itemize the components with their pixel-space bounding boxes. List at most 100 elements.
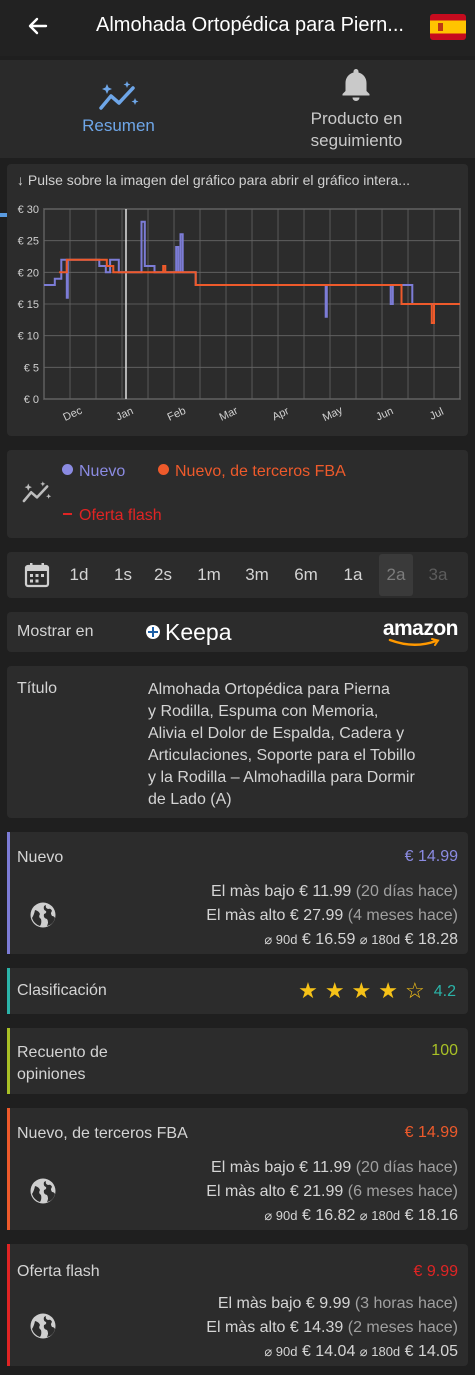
high-label: El màs alto [206,907,286,924]
keepa-logo-icon [146,625,160,639]
x-tick-label: May [321,404,345,424]
current-price: € 14.99 [404,1124,458,1141]
range-1d[interactable]: 1d [63,560,95,590]
title-line: de Lado (A) [148,791,232,808]
legend-fba[interactable]: Nuevo, de terceros FBA [158,463,346,481]
avg90-value: € 16.59 [301,931,356,948]
range-6m[interactable]: 6m [289,560,323,590]
avg180-label: ⌀ 180d [359,932,401,947]
legend-nuevo[interactable]: Nuevo [62,463,125,481]
star-outline-icon: ☆ [405,978,432,1003]
spain-flag-icon[interactable] [430,14,466,40]
star-full-icon: ★ [324,978,352,1003]
keepa-label: Keepa [165,618,232,645]
legend-card: Nuevo Nuevo, de terceros FBA Oferta flas… [7,450,468,538]
low-label: El màs bajo [211,1159,295,1176]
current-price: € 9.99 [413,1263,458,1280]
title-line: Alivia el Dolor de Espalda, Cadera y [148,725,405,742]
reviews-card[interactable]: Recuento de opiniones 100 [7,1028,468,1094]
lowest-price-line: El màs bajo € 11.99 (20 días hace) [211,883,458,901]
low-label: El màs bajo [211,883,295,900]
avg90-label: ⌀ 90d [264,932,298,947]
x-tick-label: Feb [166,405,188,424]
amazon-link[interactable]: amazon [374,615,459,649]
x-tick-label: Dec [61,404,84,423]
x-tick-label: Jul [428,406,446,423]
legend-nuevo-label: Nuevo [79,463,126,480]
tab-producto-text: Producto en seguimiento [310,109,403,150]
range-3m[interactable]: 3m [240,560,274,590]
globe-icon[interactable] [29,901,57,929]
range-1s[interactable]: 1s [107,560,139,590]
accent-bar [7,832,10,954]
price-card-fba[interactable]: Nuevo, de terceros FBA € 14.99 El màs ba… [7,1108,468,1230]
high-value: € 27.99 [289,907,344,924]
rating-label: Clasificación [17,982,107,999]
keepa-link[interactable]: Keepa [145,617,232,647]
back-arrow-icon[interactable] [24,12,52,40]
price-chart-card[interactable]: ↓ Pulse sobre la imagen del gráfico para… [7,164,468,436]
title-line: y la Rodilla – Almohadilla para Dormir [148,769,415,786]
tab-producto-en-seguimiento[interactable]: Producto en seguimiento [238,60,475,158]
price-card-nuevo[interactable]: Nuevo € 14.99 El màs bajo € 11.99 (20 dí… [7,832,468,954]
range-2s[interactable]: 2s [147,560,179,590]
avg90-value: € 14.04 [301,1343,356,1360]
range-3a[interactable]: 3a [422,560,454,590]
product-title-card: Título Almohada Ortopédica para Pierna y… [7,666,468,818]
lowest-price-line: El màs bajo € 9.99 (3 horas hace) [218,1295,458,1313]
tab-resumen[interactable]: Resumen [0,60,237,158]
tab-resumen-label: Resumen [82,116,155,135]
legend-dot [62,464,73,475]
reviews-count: 100 [431,1042,458,1059]
average-price-line: ⌀ 90d € 14.04 ⌀ 180d € 14.05 [264,1343,458,1361]
accent-bar [7,1244,10,1366]
tab-bar: Resumen Producto en seguimiento [0,60,475,217]
high-value: € 14.39 [289,1319,344,1336]
avg90-label: ⌀ 90d [264,1344,298,1359]
price-card-label: Nuevo, de terceros FBA [17,1125,188,1142]
price-card-label: Oferta flash [17,1263,100,1280]
avg90-value: € 16.82 [301,1207,356,1224]
price-card-label: Nuevo [17,849,64,866]
average-price-line: ⌀ 90d € 16.59 ⌀ 180d € 18.28 [264,931,458,949]
legend-dash [63,513,72,515]
title-label: Título [17,680,58,697]
chart-sparkle-icon [99,81,139,110]
globe-icon[interactable] [29,1312,57,1340]
lowest-price-line: El màs bajo € 11.99 (20 días hace) [211,1159,458,1177]
low-label: El màs bajo [217,1295,302,1312]
high-when: (4 meses hace) [347,907,458,924]
current-price: € 14.99 [404,848,458,865]
high-label: El màs alto [206,1319,286,1336]
legend-flash-label: Oferta flash [79,507,162,524]
y-tick-label: € 20 [18,267,39,279]
reviews-label-line: opiniones [17,1066,86,1083]
bell-icon [342,69,370,101]
globe-icon[interactable] [29,1177,57,1205]
low-value: € 11.99 [299,883,352,900]
rating-value: 4.2 [433,983,456,1000]
price-card-flash[interactable]: Oferta flash € 9.99 El màs bajo € 9.99 (… [7,1244,468,1366]
low-when: (20 días hace) [355,1159,458,1176]
y-tick-label: € 5 [24,362,39,374]
legend-flash[interactable]: Oferta flash [63,507,162,525]
y-tick-label: € 30 [18,204,39,216]
title-line: Almohada Ortopédica para Pierna [148,681,390,698]
y-tick-label: € 10 [18,331,39,343]
range-2a[interactable]: 2a [379,554,413,596]
rating-card[interactable]: Clasificación ★★★★☆ 4.2 [7,968,468,1014]
high-when: (6 meses hace) [347,1183,458,1200]
legend-dot [158,464,169,475]
avg90-label: ⌀ 90d [264,1208,298,1223]
price-history-chart[interactable]: € 30 € 25 € 20 € 15 € 10 € 5 € 0 Dec Jan Feb Mar Ap… [7,164,468,436]
chart-sparkle-icon [22,481,52,503]
range-1m[interactable]: 1m [192,560,226,590]
low-when: (3 horas hace) [354,1295,458,1312]
avg180-value: € 18.28 [404,931,458,948]
reviews-label-line: Recuento de [17,1044,108,1061]
x-tick-label: Mar [218,405,241,424]
high-label: El màs alto [206,1183,286,1200]
y-tick-label: € 25 [18,236,39,248]
range-1a[interactable]: 1a [337,560,369,590]
legend-fba-label: Nuevo, de terceros FBA [175,463,346,480]
